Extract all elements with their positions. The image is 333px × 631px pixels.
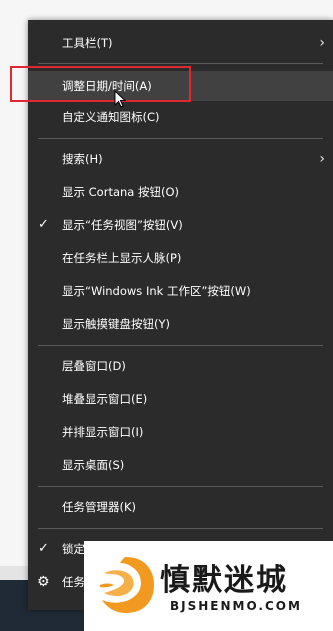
checkmark-icon: ✓ <box>38 541 49 556</box>
menu-separator <box>38 345 323 346</box>
menu-item-label: 调整日期/时间(A) <box>62 79 152 93</box>
watermark: 慎默迷城 BJSHENMO.COM <box>84 541 333 631</box>
menu-item-label: 并排显示窗口(I) <box>62 425 144 439</box>
menu-item-label: 显示 Cortana 按钮(O) <box>62 185 180 199</box>
menu-item-show-touch-keyboard-button[interactable]: 显示触摸键盘按钮(Y) <box>28 309 333 339</box>
menu-item-label: 显示触摸键盘按钮(Y) <box>62 317 170 331</box>
menu-separator <box>38 486 323 487</box>
menu-item-label: 层叠窗口(D) <box>62 359 126 373</box>
chevron-right-icon: › <box>319 35 325 51</box>
menu-item-show-cortana-button[interactable]: 显示 Cortana 按钮(O) <box>28 177 333 207</box>
gear-icon: ⚙ <box>37 574 50 590</box>
menu-item-label: 显示“任务视图”按钮(V) <box>62 218 183 232</box>
menu-separator <box>38 138 323 139</box>
chevron-right-icon: › <box>319 151 325 167</box>
menu-item-task-manager[interactable]: 任务管理器(K) <box>28 492 333 522</box>
menu-item-search[interactable]: 搜索(H) › <box>28 144 333 174</box>
menu-separator <box>38 528 323 529</box>
menu-item-label: 工具栏(T) <box>62 36 113 50</box>
menu-item-stack-windows[interactable]: 堆叠显示窗口(E) <box>28 384 333 414</box>
menu-item-label: 任务 <box>62 575 85 589</box>
menu-item-label: 锁定 <box>62 542 85 556</box>
menu-item-label: 堆叠显示窗口(E) <box>62 392 148 406</box>
menu-item-cascade-windows[interactable]: 层叠窗口(D) <box>28 351 333 381</box>
checkmark-icon: ✓ <box>38 217 49 232</box>
mouse-cursor-icon <box>114 90 127 108</box>
watermark-logo-icon <box>100 557 154 613</box>
menu-item-label: 在任务栏上显示人脉(P) <box>62 251 182 265</box>
menu-item-show-desktop[interactable]: 显示桌面(S) <box>28 450 333 480</box>
watermark-url: BJSHENMO.COM <box>170 599 302 613</box>
menu-item-label: 显示“Windows Ink 工作区”按钮(W) <box>62 284 251 298</box>
menu-separator <box>38 63 323 64</box>
menu-item-label: 任务管理器(K) <box>62 500 137 514</box>
watermark-title: 慎默迷城 <box>160 563 288 598</box>
menu-item-show-windows-ink-button[interactable]: 显示“Windows Ink 工作区”按钮(W) <box>28 276 333 306</box>
menu-item-adjust-date-time[interactable]: 调整日期/时间(A) <box>28 71 333 101</box>
taskbar-context-menu: 工具栏(T) › 调整日期/时间(A) 自定义通知图标(C) 搜索(H) › 显… <box>28 20 333 610</box>
menu-item-show-people[interactable]: 在任务栏上显示人脉(P) <box>28 243 333 273</box>
menu-item-toolbars[interactable]: 工具栏(T) › <box>28 28 333 58</box>
menu-item-customize-notification-icons[interactable]: 自定义通知图标(C) <box>28 102 333 132</box>
menu-item-show-task-view-button[interactable]: ✓ 显示“任务视图”按钮(V) <box>28 210 333 240</box>
menu-item-label: 显示桌面(S) <box>62 458 125 472</box>
menu-item-label: 自定义通知图标(C) <box>62 110 160 124</box>
menu-item-side-by-side-windows[interactable]: 并排显示窗口(I) <box>28 417 333 447</box>
menu-item-label: 搜索(H) <box>62 152 103 166</box>
